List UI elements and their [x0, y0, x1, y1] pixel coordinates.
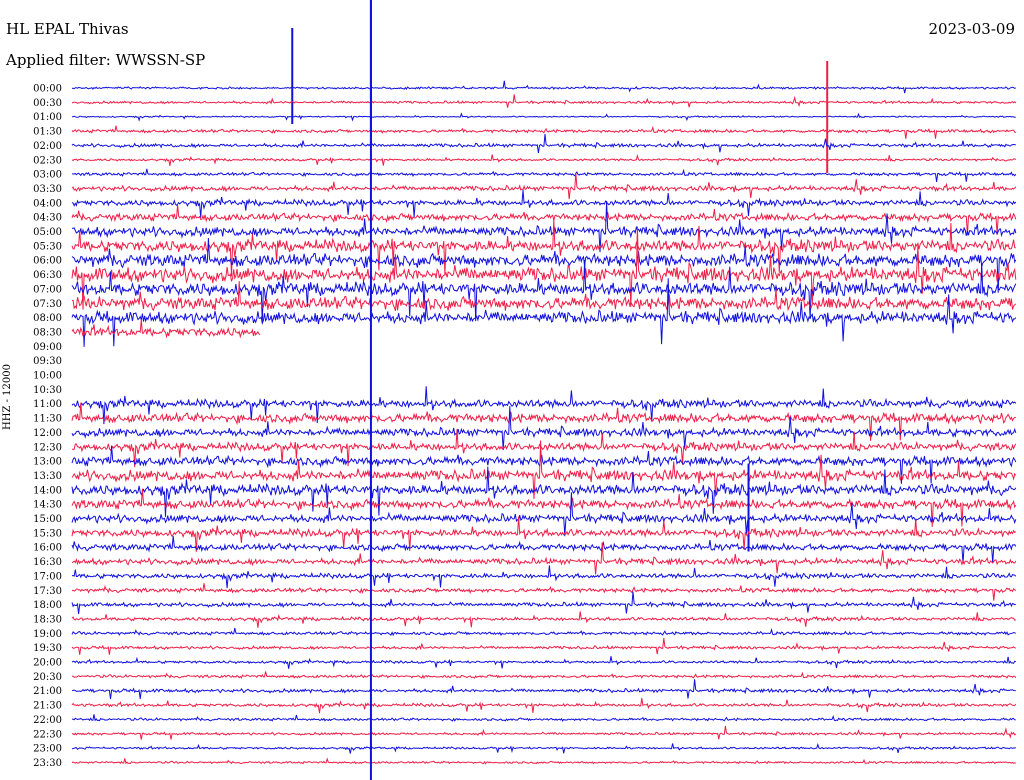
time-tick-label: 15:30 [33, 528, 62, 539]
time-tick-label: 13:00 [33, 457, 62, 468]
trace-line [71, 402, 1016, 441]
time-tick-label: 16:00 [33, 543, 62, 554]
trace-line [71, 133, 1016, 154]
time-tick-label: 01:30 [33, 127, 62, 138]
time-tick-label: 19:30 [33, 643, 62, 654]
time-tick-label: 03:30 [33, 184, 62, 195]
time-tick-label: 14:30 [33, 500, 62, 511]
time-tick-label: 11:30 [33, 414, 62, 425]
time-tick-label: 04:30 [33, 213, 62, 224]
trace-line [71, 536, 1017, 564]
time-tick-label: 12:30 [33, 442, 62, 453]
trace-line [71, 200, 1017, 253]
time-tick-label: 17:30 [33, 586, 62, 597]
trace-line [72, 112, 1016, 122]
trace-line [71, 671, 1017, 680]
time-tick-label: 05:30 [33, 241, 62, 252]
trace-line [71, 679, 1016, 700]
time-tick-label: 08:00 [33, 313, 62, 324]
trace-line [71, 94, 1017, 108]
seismogram-traces [71, 0, 1017, 780]
trace-line [71, 656, 1017, 669]
time-tick-label: 20:00 [33, 658, 62, 669]
trace-line [71, 172, 1017, 200]
trace-line [71, 742, 1017, 754]
time-tick-label: 22:00 [33, 715, 62, 726]
time-tick-label: 08:30 [33, 327, 62, 338]
trace-line [71, 583, 1017, 601]
time-tick-label: 12:00 [33, 428, 62, 439]
trace-line [71, 80, 1016, 94]
time-tick-label: 21:00 [33, 686, 62, 697]
seismogram-plot: 00:00 00:30 01:00 01:30 02:00 02:30 03:00 03:30… [33, 0, 1017, 780]
time-tick-label: 19:00 [33, 629, 62, 640]
trace-line [71, 153, 1017, 166]
time-tick-label: 06:30 [33, 270, 62, 281]
time-tick-label: 23:30 [33, 758, 62, 769]
time-tick-label: 23:00 [33, 744, 62, 755]
time-tick-label: 00:30 [33, 98, 62, 109]
trace-line [71, 627, 1017, 637]
time-tick-label: 09:30 [33, 356, 62, 367]
trace-line [71, 259, 1017, 323]
time-tick-label: 02:30 [33, 155, 62, 166]
trace-line [71, 226, 1017, 310]
trace-line [71, 466, 1017, 517]
trace-line [71, 591, 1016, 615]
time-tick-label: 07:00 [33, 284, 62, 295]
trace-line [71, 189, 1017, 218]
time-tick-label: 11:00 [33, 399, 62, 410]
time-tick-label: 15:00 [33, 514, 62, 525]
trace-line [71, 611, 1017, 628]
time-tick-label: 05:00 [33, 227, 62, 238]
trace-line [71, 637, 1016, 655]
trace-line [71, 725, 1017, 740]
time-tick-label: 14:00 [33, 485, 62, 496]
time-tick-label: 09:00 [33, 342, 62, 353]
time-tick-label: 17:00 [33, 571, 62, 582]
trace-line [71, 281, 1017, 312]
time-tick-label: 06:00 [33, 256, 62, 267]
time-tick-label: 07:30 [33, 299, 62, 310]
time-tick-labels: 00:00 00:30 01:00 01:30 02:00 02:30 03:00 03:30… [33, 84, 62, 769]
time-tick-label: 18:30 [33, 614, 62, 625]
trace-line [71, 406, 1017, 451]
trace-line [71, 714, 1016, 722]
time-tick-label: 22:30 [33, 729, 62, 740]
time-tick-label: 04:00 [33, 198, 62, 209]
trace-line [71, 219, 1017, 277]
time-tick-label: 00:00 [33, 84, 62, 95]
time-tick-label: 20:30 [33, 672, 62, 683]
time-tick-label: 10:00 [33, 371, 62, 382]
time-tick-label: 13:30 [33, 471, 62, 482]
time-tick-label: 21:30 [33, 701, 62, 712]
time-tick-label: 10:30 [33, 385, 62, 396]
trace-line [71, 125, 1017, 139]
trace-line [71, 565, 1017, 589]
trace-line [71, 698, 1017, 714]
trace-line [71, 386, 1017, 425]
time-tick-label: 18:00 [33, 600, 62, 611]
time-tick-label: 01:00 [33, 112, 62, 123]
time-tick-label: 16:30 [33, 557, 62, 568]
trace-line [71, 168, 1017, 182]
time-tick-label: 02:00 [33, 141, 62, 152]
trace-line [71, 757, 1016, 765]
time-tick-label: 03:00 [33, 170, 62, 181]
